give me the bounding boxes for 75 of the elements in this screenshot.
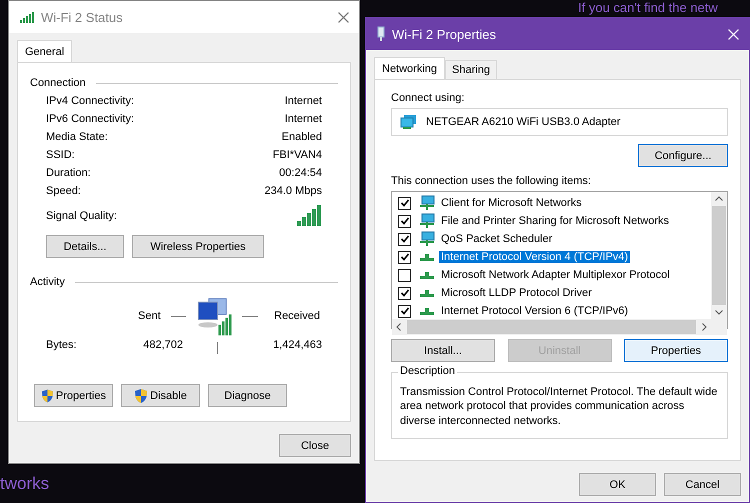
section-heading: Activity [30,276,65,288]
configure-button[interactable]: Configure... [638,144,728,167]
signal-quality-icon [296,205,322,227]
network-client-icon [419,195,435,211]
dialog-button[interactable]: Details... [46,235,124,258]
section-heading: Connection [30,77,86,89]
network-adapter-icon [400,114,418,130]
protocol-icon [420,308,434,314]
list-item[interactable]: QoS Packet Scheduler [439,233,554,245]
checkbox[interactable] [398,196,411,210]
dialog-button[interactable]: Install... [391,339,495,362]
dialog-button[interactable]: Properties [624,339,728,362]
description-text: Transmission Control Protocol/Internet Protocol. The default wide area network protocol that provides communication across diverse interconnected networks. [400,385,718,428]
protocol-icon [420,272,434,278]
network-client-icon [419,213,435,229]
checkbox[interactable] [398,232,411,246]
checkbox[interactable] [398,304,411,318]
field-value: Enabled [282,131,322,143]
vertical-scrollbar[interactable] [711,192,727,319]
list-item[interactable]: Microsoft Network Adapter Multiplexor Protocol [439,269,672,281]
field-label: Connect using: [391,92,466,104]
scroll-down-icon[interactable] [715,310,723,315]
horizontal-scrollbar[interactable] [392,319,727,335]
dialog-button[interactable]: Diagnose [208,384,287,407]
window-title: Wi-Fi 2 Status [41,10,124,24]
background-text: If you can't find the netw [578,0,718,15]
field-label: Speed: [46,185,81,197]
list-item[interactable]: Internet Protocol Version 6 (TCP/IPv6) [439,305,630,317]
checkbox[interactable] [398,286,411,300]
sent-bytes: 482,702 [142,339,183,351]
scroll-right-icon[interactable] [702,323,707,331]
received-label: Received [274,310,320,322]
checkbox[interactable] [398,268,411,282]
list-item[interactable]: File and Printer Sharing for Microsoft Networks [439,215,672,227]
signal-bars-icon [19,11,35,23]
dialog-button[interactable]: Disable [121,384,200,407]
field-label: IPv4 Connectivity: [46,95,134,107]
checkbox[interactable] [398,250,411,264]
ok-button[interactable]: OK [579,473,656,496]
field-label: Media State: [46,131,108,143]
field-label: IPv6 Connectivity: [46,113,134,125]
sent-label: Sent [138,310,161,322]
field-value: FBI*VAN4 [272,149,322,161]
received-bytes: 1,424,463 [272,339,322,351]
field-value: Internet [284,95,322,107]
field-value: 00:24:54 [279,167,322,179]
field-label: Duration: [46,167,91,179]
section-heading: Description [398,365,458,377]
field-value: Internet [284,113,322,125]
dialog-button[interactable]: Wireless Properties [132,235,264,258]
tab[interactable]: Sharing [445,60,497,79]
scroll-left-icon[interactable] [396,323,401,331]
dialog-button[interactable]: Properties [34,384,113,407]
field-value: 234.0 Mbps [264,185,322,197]
close-icon[interactable] [338,12,349,22]
background-text: tworks [0,474,50,494]
list-item[interactable]: Internet Protocol Version 4 (TCP/IPv4) [439,251,630,263]
list-item[interactable]: Microsoft LLDP Protocol Driver [439,287,594,299]
tab[interactable]: Networking [374,57,446,79]
field-label: Bytes: [46,339,78,351]
field-label: SSID: [46,149,75,161]
scroll-up-icon[interactable] [715,196,723,201]
list-item[interactable]: Client for Microsoft Networks [439,197,584,209]
network-client-icon [419,231,435,247]
cancel-button[interactable]: Cancel [664,473,741,496]
tab[interactable]: General [17,40,72,62]
window-title: Wi-Fi 2 Properties [392,26,498,42]
checkbox[interactable] [398,214,411,228]
protocol-icon [420,290,434,296]
adapter-field: NETGEAR A6210 WiFi USB3.0 Adapter [391,108,728,136]
protocol-icon [420,254,434,260]
field-label: Signal Quality: [46,210,117,222]
close-button[interactable]: Close [279,434,351,457]
field-label: This connection uses the following items: [391,175,592,187]
network-adapter-icon [376,26,386,42]
